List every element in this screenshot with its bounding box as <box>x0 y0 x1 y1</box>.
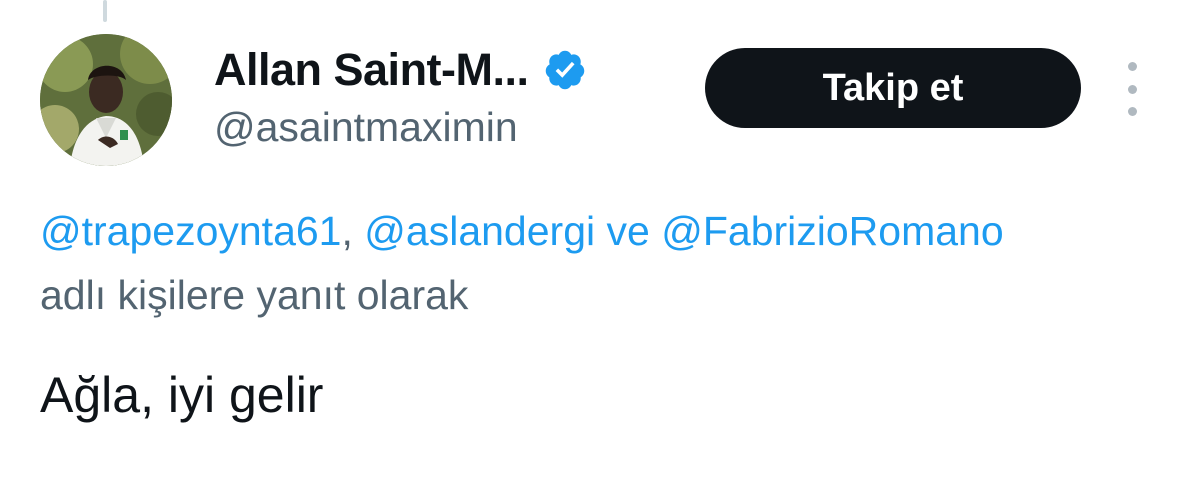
verified-badge-icon <box>545 50 584 90</box>
more-dot <box>1127 84 1137 94</box>
tweet-text: Ağla, iyi gelir <box>40 367 324 423</box>
reply-context: @trapezoynta61, @aslandergi ve @Fabrizio… <box>40 208 1004 255</box>
profile-photo <box>40 34 172 166</box>
reply-conjunction: ve <box>606 208 650 254</box>
mention-link[interactable]: @trapezoynta61 <box>40 208 341 254</box>
more-vertical-icon[interactable] <box>1116 62 1148 116</box>
author-name-row: Allan Saint-M... <box>214 40 587 100</box>
thread-connector-line <box>103 0 107 22</box>
author-handle[interactable]: @asaintmaximin <box>214 104 518 151</box>
follow-button[interactable]: Takip et <box>705 48 1081 128</box>
avatar[interactable] <box>40 34 172 166</box>
more-dot <box>1127 107 1137 116</box>
mention-separator: , <box>341 208 353 254</box>
mention-link[interactable]: @FabrizioRomano <box>661 208 1003 254</box>
reply-context-suffix: adlı kişilere yanıt olarak <box>40 272 469 318</box>
display-name[interactable]: Allan Saint-M... <box>214 44 529 96</box>
mention-link[interactable]: @aslandergi <box>364 208 595 254</box>
more-dot <box>1127 62 1137 71</box>
